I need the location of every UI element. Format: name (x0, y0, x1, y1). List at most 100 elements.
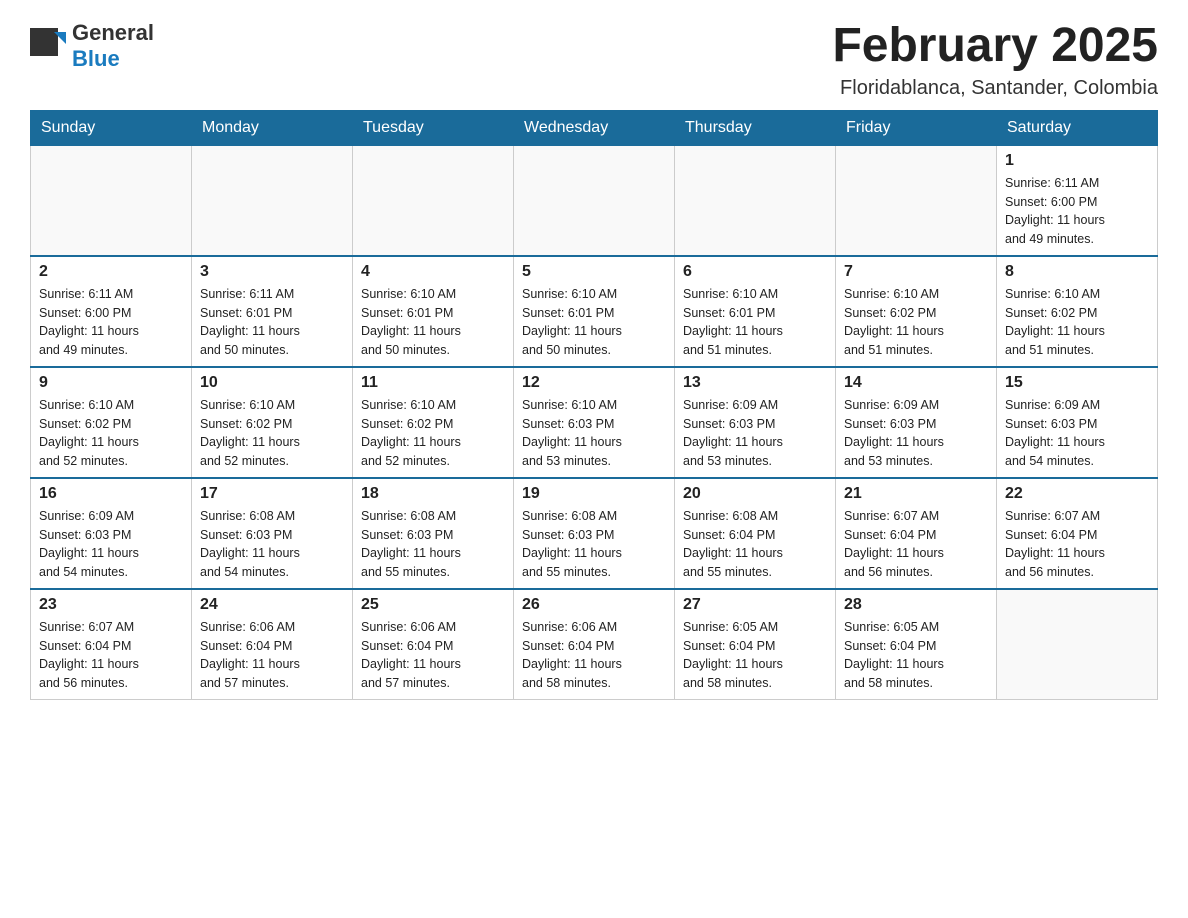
header-thursday: Thursday (675, 110, 836, 145)
day-number: 13 (683, 374, 827, 392)
day-info: Sunrise: 6:09 AM Sunset: 6:03 PM Dayligh… (39, 507, 183, 582)
day-number: 12 (522, 374, 666, 392)
day-info: Sunrise: 6:08 AM Sunset: 6:03 PM Dayligh… (522, 507, 666, 582)
day-info: Sunrise: 6:08 AM Sunset: 6:03 PM Dayligh… (361, 507, 505, 582)
day-info: Sunrise: 6:05 AM Sunset: 6:04 PM Dayligh… (844, 618, 988, 693)
day-number: 24 (200, 596, 344, 614)
day-number: 22 (1005, 485, 1149, 503)
day-number: 25 (361, 596, 505, 614)
calendar-cell-w5-d5: 27 Sunrise: 6:05 AM Sunset: 6:04 PM Dayli… (675, 589, 836, 700)
day-info: Sunrise: 6:11 AM Sunset: 6:00 PM Dayligh… (1005, 174, 1149, 249)
day-info: Sunrise: 6:09 AM Sunset: 6:03 PM Dayligh… (1005, 396, 1149, 471)
day-info: Sunrise: 6:08 AM Sunset: 6:03 PM Dayligh… (200, 507, 344, 582)
calendar-cell-w3-d6: 14Sunrise: 6:09 AM Sunset: 6:03 PM Dayli… (836, 367, 997, 478)
calendar-cell-w3-d7: 15 Sunrise: 6:09 AM Sunset: 6:03 PM Dayli… (997, 367, 1158, 478)
calendar-cell-w3-d4: 12 Sunrise: 6:10 AM Sunset: 6:03 PM Dayli… (514, 367, 675, 478)
day-info: Sunrise: 6:08 AM Sunset: 6:04 PM Dayligh… (683, 507, 827, 582)
day-info: Sunrise: 6:07 AM Sunset: 6:04 PM Dayligh… (844, 507, 988, 582)
logo-general-text: General (72, 20, 154, 45)
calendar-cell-w2-d1: 2Sunrise: 6:11 AM Sunset: 6:00 PM Daylig… (31, 256, 192, 367)
calendar-cell-w3-d1: 9 Sunrise: 6:10 AM Sunset: 6:02 PM Daylig… (31, 367, 192, 478)
day-number: 28 (844, 596, 988, 614)
calendar-week-3: 9 Sunrise: 6:10 AM Sunset: 6:02 PM Daylig… (31, 367, 1158, 478)
calendar-cell-w4-d6: 21 Sunrise: 6:07 AM Sunset: 6:04 PM Dayli… (836, 478, 997, 589)
day-info: Sunrise: 6:10 AM Sunset: 6:02 PM Dayligh… (361, 396, 505, 471)
calendar-cell-w2-d5: 6 Sunrise: 6:10 AM Sunset: 6:01 PM Daylig… (675, 256, 836, 367)
day-info: Sunrise: 6:10 AM Sunset: 6:02 PM Dayligh… (844, 285, 988, 360)
day-number: 18 (361, 485, 505, 503)
calendar-cell-w4-d2: 17 Sunrise: 6:08 AM Sunset: 6:03 PM Dayli… (192, 478, 353, 589)
day-number: 26 (522, 596, 666, 614)
calendar-title: February 2025 (832, 20, 1158, 73)
day-number: 8 (1005, 263, 1149, 281)
day-number: 11 (361, 374, 505, 392)
day-info: Sunrise: 6:10 AM Sunset: 6:03 PM Dayligh… (522, 396, 666, 471)
day-number: 9 (39, 374, 183, 392)
calendar-cell-w3-d5: 13Sunrise: 6:09 AM Sunset: 6:03 PM Dayli… (675, 367, 836, 478)
header-wednesday: Wednesday (514, 110, 675, 145)
day-number: 15 (1005, 374, 1149, 392)
day-info: Sunrise: 6:10 AM Sunset: 6:02 PM Dayligh… (200, 396, 344, 471)
header-friday: Friday (836, 110, 997, 145)
day-number: 17 (200, 485, 344, 503)
day-info: Sunrise: 6:11 AM Sunset: 6:01 PM Dayligh… (200, 285, 344, 360)
calendar-cell-w2-d4: 5Sunrise: 6:10 AM Sunset: 6:01 PM Daylig… (514, 256, 675, 367)
day-info: Sunrise: 6:10 AM Sunset: 6:01 PM Dayligh… (683, 285, 827, 360)
header-saturday: Saturday (997, 110, 1158, 145)
calendar-subtitle: Floridablanca, Santander, Colombia (832, 77, 1158, 100)
calendar-cell-w5-d7 (997, 589, 1158, 700)
calendar-cell-w5-d1: 23 Sunrise: 6:07 AM Sunset: 6:04 PM Dayli… (31, 589, 192, 700)
day-number: 16 (39, 485, 183, 503)
day-info: Sunrise: 6:06 AM Sunset: 6:04 PM Dayligh… (200, 618, 344, 693)
day-info: Sunrise: 6:06 AM Sunset: 6:04 PM Dayligh… (522, 618, 666, 693)
day-info: Sunrise: 6:10 AM Sunset: 6:02 PM Dayligh… (1005, 285, 1149, 360)
calendar-cell-w2-d3: 4Sunrise: 6:10 AM Sunset: 6:01 PM Daylig… (353, 256, 514, 367)
calendar-cell-w4-d1: 16 Sunrise: 6:09 AM Sunset: 6:03 PM Dayli… (31, 478, 192, 589)
day-number: 23 (39, 596, 183, 614)
day-info: Sunrise: 6:11 AM Sunset: 6:00 PM Dayligh… (39, 285, 183, 360)
calendar-cell-w3-d2: 10 Sunrise: 6:10 AM Sunset: 6:02 PM Dayli… (192, 367, 353, 478)
day-number: 3 (200, 263, 344, 281)
page-header: General Blue February 2025 Floridablanca… (30, 20, 1158, 100)
calendar-cell-w1-d1 (31, 145, 192, 256)
calendar-cell-w5-d2: 24 Sunrise: 6:06 AM Sunset: 6:04 PM Dayli… (192, 589, 353, 700)
logo: General Blue (30, 20, 154, 72)
day-number: 27 (683, 596, 827, 614)
calendar-cell-w3-d3: 11 Sunrise: 6:10 AM Sunset: 6:02 PM Dayli… (353, 367, 514, 478)
calendar-cell-w1-d5 (675, 145, 836, 256)
day-number: 14 (844, 374, 988, 392)
calendar-cell-w4-d5: 20 Sunrise: 6:08 AM Sunset: 6:04 PM Dayli… (675, 478, 836, 589)
day-number: 6 (683, 263, 827, 281)
day-number: 10 (200, 374, 344, 392)
calendar-cell-w5-d6: 28 Sunrise: 6:05 AM Sunset: 6:04 PM Dayli… (836, 589, 997, 700)
calendar-cell-w2-d2: 3 Sunrise: 6:11 AM Sunset: 6:01 PM Daylig… (192, 256, 353, 367)
calendar-cell-w5-d3: 25 Sunrise: 6:06 AM Sunset: 6:04 PM Dayli… (353, 589, 514, 700)
day-number: 19 (522, 485, 666, 503)
day-number: 21 (844, 485, 988, 503)
day-info: Sunrise: 6:05 AM Sunset: 6:04 PM Dayligh… (683, 618, 827, 693)
calendar-cell-w1-d7: 1 Sunrise: 6:11 AM Sunset: 6:00 PM Daylig… (997, 145, 1158, 256)
day-number: 1 (1005, 152, 1149, 170)
calendar-cell-w5-d4: 26 Sunrise: 6:06 AM Sunset: 6:04 PM Dayli… (514, 589, 675, 700)
calendar-header-text: February 2025 Floridablanca, Santander, … (832, 20, 1158, 100)
day-number: 5 (522, 263, 666, 281)
calendar-header-row: Sunday Monday Tuesday Wednesday Thursday… (31, 110, 1158, 145)
calendar-cell-w1-d4 (514, 145, 675, 256)
day-number: 20 (683, 485, 827, 503)
calendar-cell-w1-d2 (192, 145, 353, 256)
calendar-cell-w4-d4: 19 Sunrise: 6:08 AM Sunset: 6:03 PM Dayli… (514, 478, 675, 589)
day-number: 7 (844, 263, 988, 281)
calendar-cell-w2-d7: 8 Sunrise: 6:10 AM Sunset: 6:02 PM Daylig… (997, 256, 1158, 367)
day-info: Sunrise: 6:06 AM Sunset: 6:04 PM Dayligh… (361, 618, 505, 693)
calendar-week-1: 1 Sunrise: 6:11 AM Sunset: 6:00 PM Daylig… (31, 145, 1158, 256)
calendar-cell-w1-d6 (836, 145, 997, 256)
calendar-week-2: 2Sunrise: 6:11 AM Sunset: 6:00 PM Daylig… (31, 256, 1158, 367)
day-info: Sunrise: 6:10 AM Sunset: 6:02 PM Dayligh… (39, 396, 183, 471)
day-info: Sunrise: 6:07 AM Sunset: 6:04 PM Dayligh… (39, 618, 183, 693)
header-tuesday: Tuesday (353, 110, 514, 145)
header-monday: Monday (192, 110, 353, 145)
calendar-cell-w4-d3: 18 Sunrise: 6:08 AM Sunset: 6:03 PM Dayli… (353, 478, 514, 589)
calendar-cell-w2-d6: 7 Sunrise: 6:10 AM Sunset: 6:02 PM Daylig… (836, 256, 997, 367)
logo-blue-text: Blue (72, 46, 120, 71)
header-sunday: Sunday (31, 110, 192, 145)
